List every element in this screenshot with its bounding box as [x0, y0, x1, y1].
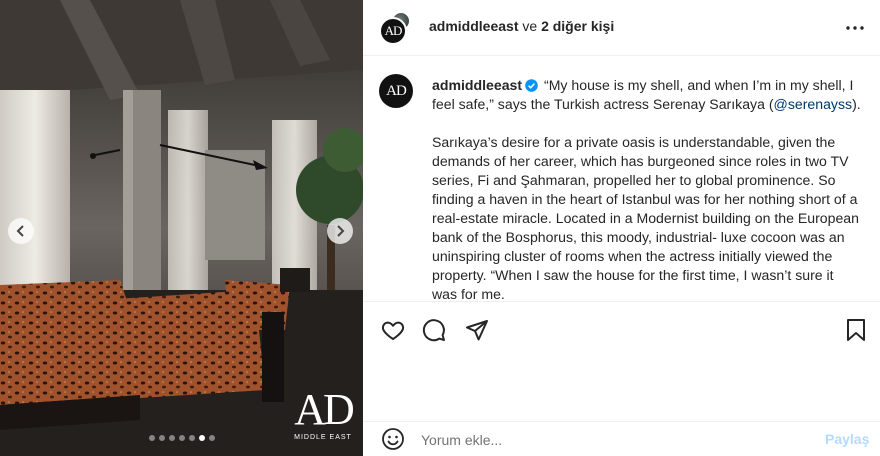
caption-avatar[interactable]: AD — [379, 74, 413, 108]
paper-plane-icon — [466, 320, 488, 341]
comment-bubble-icon — [422, 319, 445, 342]
ad-middle-east-watermark: AD MIDDLE EAST — [292, 385, 355, 442]
post-owners: admiddleeast ve 2 diğer kişi — [429, 18, 614, 34]
account-avatar: AD — [379, 17, 407, 45]
comment-bar: Paylaş — [363, 421, 880, 456]
post-detail-panel: AD admiddleeast ve 2 diğer kişi AD admid… — [363, 0, 880, 456]
verified-badge-icon — [525, 79, 538, 92]
carousel-dot — [178, 435, 185, 441]
share-button[interactable] — [465, 318, 489, 347]
more-horizontal-icon — [846, 26, 864, 30]
carousel-prev-button[interactable] — [8, 218, 34, 244]
action-bar — [363, 301, 880, 423]
caption-intro-end: ). — [852, 96, 861, 112]
ad-logo-mark: AD — [294, 385, 355, 434]
mention-link[interactable]: @serenayss — [774, 96, 853, 112]
collab-avatars[interactable]: AD — [379, 11, 415, 47]
caption-username[interactable]: admiddleeast — [432, 77, 522, 93]
carousel-next-button[interactable] — [327, 218, 353, 244]
post-comment-button[interactable]: Paylaş — [825, 431, 869, 447]
owner-connector: ve — [522, 18, 538, 34]
carousel-dot — [208, 435, 215, 441]
comment-button[interactable] — [422, 318, 446, 347]
carousel-dot — [188, 435, 195, 441]
more-options-button[interactable] — [845, 18, 865, 43]
carousel-indicator — [0, 435, 363, 441]
comment-input[interactable] — [421, 429, 811, 451]
emoji-button[interactable] — [381, 427, 405, 456]
heart-icon — [381, 321, 405, 340]
post-media-carousel[interactable]: AD MIDDLE EAST — [0, 0, 363, 456]
collaborators-link[interactable]: 2 diğer kişi — [541, 18, 614, 34]
like-button[interactable] — [381, 318, 405, 347]
bookmark-icon — [847, 319, 865, 341]
chevron-right-icon — [337, 225, 345, 237]
save-button[interactable] — [845, 318, 867, 347]
owner-username[interactable]: admiddleeast — [429, 18, 518, 34]
carousel-dot — [158, 435, 165, 441]
post-caption: admiddleeast “My house is my shell, and … — [432, 76, 862, 301]
carousel-dot — [168, 435, 175, 441]
carousel-dot — [198, 435, 205, 441]
carousel-dot — [148, 435, 155, 441]
chevron-left-icon — [16, 225, 24, 237]
smiley-icon — [382, 428, 404, 450]
post-header: AD admiddleeast ve 2 diğer kişi — [363, 0, 880, 56]
caption-avatar-mark: AD — [386, 82, 407, 99]
caption-area: AD admiddleeast “My house is my shell, a… — [363, 57, 880, 301]
caption-body: Sarıkaya’s desire for a private oasis is… — [432, 134, 859, 301]
